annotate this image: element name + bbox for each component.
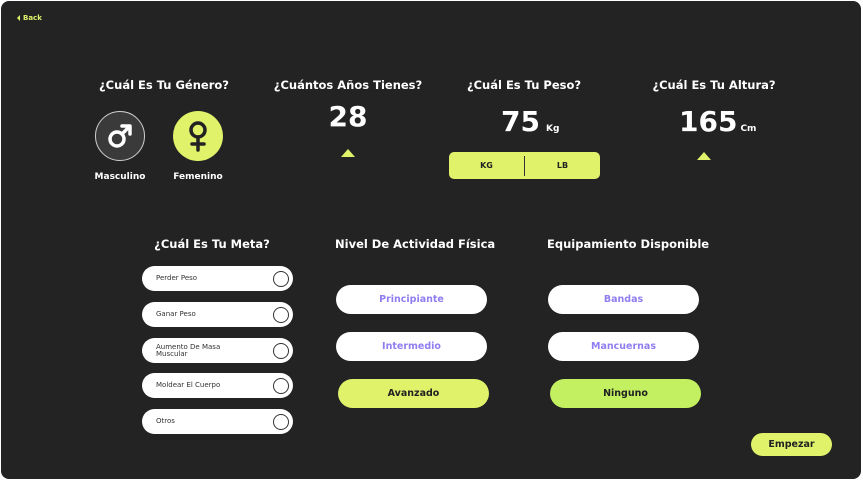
male-label: Masculino	[94, 172, 146, 182]
back-button[interactable]: Back	[17, 14, 42, 22]
activity-option-avanzado[interactable]: Avanzado	[338, 379, 489, 408]
height-unit: Cm	[740, 124, 757, 134]
age-up-arrow-icon[interactable]	[341, 149, 355, 157]
height-title: ¿Cuál Es Tu Altura?	[652, 78, 776, 92]
goal-option[interactable]: Perder Peso	[142, 266, 293, 291]
unit-kg-option[interactable]: KG	[449, 161, 524, 170]
goal-option[interactable]: Moldear El Cuerpo	[142, 373, 293, 398]
equipment-option-bandas[interactable]: Bandas	[548, 285, 699, 314]
equipment-title: Equipamiento Disponible	[547, 237, 710, 251]
age-value: 28	[328, 100, 368, 133]
height-up-arrow-icon[interactable]	[697, 152, 711, 160]
weight-value: 75	[501, 105, 540, 138]
start-button[interactable]: Empezar	[751, 433, 832, 456]
goal-option[interactable]: Ganar Peso	[142, 302, 293, 327]
activity-option-intermedio[interactable]: Intermedio	[336, 332, 487, 361]
equipment-option-ninguno[interactable]: Ninguno	[550, 379, 701, 408]
activity-title: Nivel De Actividad Física	[335, 237, 496, 251]
female-symbol-icon	[189, 121, 207, 152]
back-arrow-icon	[17, 15, 20, 21]
radio-unchecked-icon[interactable]	[273, 270, 289, 287]
radio-unchecked-icon[interactable]	[273, 413, 289, 430]
goal-option[interactable]: Aumento De Masa Muscular	[142, 338, 293, 363]
weight-display: 75 Kg	[501, 105, 559, 138]
radio-unchecked-icon[interactable]	[273, 306, 289, 323]
goal-option-label: Otros	[156, 417, 175, 425]
radio-unchecked-icon[interactable]	[273, 377, 289, 394]
female-label: Femenino	[173, 172, 223, 182]
goal-option-label: Moldear El Cuerpo	[156, 381, 221, 389]
goal-option-label: Ganar Peso	[156, 310, 196, 318]
weight-unit: Kg	[545, 124, 560, 134]
weight-title: ¿Cuál Es Tu Peso?	[466, 78, 582, 92]
height-value: 165	[679, 105, 738, 138]
goal-option[interactable]: Otros	[142, 409, 293, 434]
female-button[interactable]	[173, 111, 223, 161]
goal-option-label: Aumento De Masa Muscular	[156, 342, 221, 358]
height-display: 165 Cm	[679, 105, 756, 138]
gender-title: ¿Cuál Es Tu Género?	[99, 78, 229, 92]
unit-lb-option[interactable]: LB	[525, 161, 600, 170]
weight-unit-toggle[interactable]: KG LB	[449, 152, 600, 179]
equipment-option-mancuernas[interactable]: Mancuernas	[548, 332, 699, 361]
age-title: ¿Cuántos Años Tienes?	[273, 78, 423, 92]
goal-title: ¿Cuál Es Tu Meta?	[154, 237, 270, 251]
back-label: Back	[23, 14, 42, 22]
male-button[interactable]	[95, 111, 145, 161]
male-symbol-icon	[108, 124, 132, 148]
activity-option-principiante[interactable]: Principiante	[336, 285, 487, 314]
radio-unchecked-icon[interactable]	[273, 342, 289, 359]
goal-option-label: Perder Peso	[156, 274, 198, 282]
onboarding-screen: Back ¿Cuál Es Tu Género? Masculino Femen…	[1, 1, 861, 479]
